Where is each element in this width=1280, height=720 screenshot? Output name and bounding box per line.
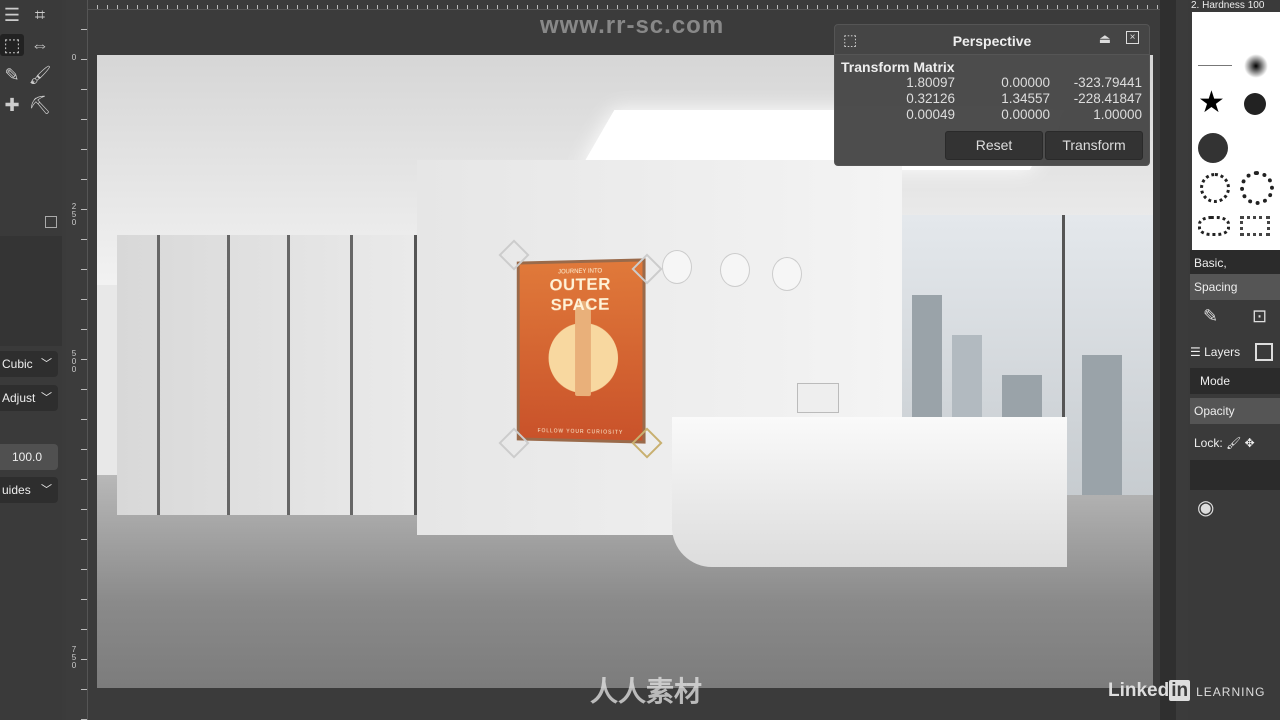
building [1082,355,1122,495]
perspective-dialog: ⬚ Perspective ⏏ × Transform Matrix 1.800… [834,24,1150,166]
ruler-label: 500 [71,349,77,374]
brush-texture [1240,171,1274,205]
dialog-header[interactable]: ⬚ Perspective ⏏ × [835,25,1149,55]
poster-title: OUTER SPACE [549,274,611,315]
transform-button[interactable]: Transform [1045,131,1143,160]
spacing-slider[interactable]: Spacing [1190,274,1280,300]
visibility-eye-icon[interactable]: ◉ [1197,495,1214,520]
clipping-select[interactable]: Adjust ﹀ [0,385,58,411]
brush-texture [1200,173,1230,203]
linkedin-learning-logo: Linked in LEARNING [1108,680,1265,702]
linkedin-text: Linked [1108,680,1170,701]
mullion [287,235,290,515]
logo-watermark: 人人素材 [550,670,702,710]
perspective-icon[interactable]: ⬚ [0,34,24,56]
layers-tab-label: Layers [1204,345,1241,359]
crop-icon[interactable]: ⌗ [28,4,52,26]
align-icon[interactable]: ☰ [0,4,24,26]
wall-clock [720,253,750,287]
brush-texture [1240,216,1270,236]
mullion [350,235,353,515]
matrix-title: Transform Matrix [841,59,955,75]
opacity-value: 100.0 [11,450,42,464]
matrix-cell: 0.32126 [906,91,955,106]
brush-grid[interactable]: ★ [1192,12,1280,250]
matrix-cell: 1.80097 [906,75,955,90]
ruler-label: 0 [71,53,77,62]
mullion [227,235,230,515]
wall-clock [662,250,692,284]
brush-texture [1198,216,1230,236]
heal-icon[interactable]: ✚ [0,94,24,116]
layer-list[interactable] [1190,460,1280,490]
paintbrush-icon[interactable]: 🖌 [28,64,52,86]
opacity-slider[interactable]: Opacity [1190,398,1280,424]
brush-fuzzy [1244,54,1268,78]
layers-icon: ☰ [1190,345,1205,359]
brush-star: ★ [1198,86,1225,119]
brush-set-field[interactable]: Basic, [1190,250,1280,276]
lock-row: Lock: 🖌 ✥ [1190,430,1280,456]
learning-text: LEARNING [1196,685,1266,699]
reset-button[interactable]: Reset [945,131,1043,160]
new-brush-icon[interactable]: ⊡ [1252,306,1267,327]
matrix-cell: -228.41847 [1073,91,1142,106]
mullion [157,235,160,515]
tool-options-preview [0,236,62,346]
configure-icon[interactable] [45,216,57,228]
poster: JOURNEY INTO OUTER SPACE FOLLOW YOUR CUR… [516,258,646,444]
brush-splatter [1244,93,1266,115]
toolbox: ☰ ⌗ ⬚ ⇔ ✎ 🖌 ✚ ⛏ Cubic ﹀ Adjust ﹀ 100.0 uid… [0,0,62,720]
matrix-cell: 0.00049 [906,107,955,122]
matrix-cell: 1.00000 [1093,107,1142,122]
matrix-cell: 0.00000 [1001,107,1050,122]
chevron-down-icon: ﹀ [41,358,52,370]
matrix-cell: 1.34557 [1001,91,1050,106]
linkedin-in: in [1169,680,1191,701]
wall-clock [772,257,802,291]
lock-pixels-icon[interactable]: 🖌 [1226,436,1241,450]
eject-icon[interactable]: ⏏ [1099,31,1111,47]
brush-splatter [1198,133,1228,163]
close-icon[interactable]: × [1126,31,1139,44]
interpolation-select[interactable]: Cubic ﹀ [0,351,58,377]
pencil-icon[interactable]: ✎ [0,64,24,86]
guides-value: uides [2,483,31,497]
site-watermark: www.rr-sc.com [540,12,725,39]
poster-tagline: FOLLOW YOUR CURIOSITY [537,428,624,437]
brush-name: 2. Hardness 100 [1191,0,1265,11]
logo-text: 人人素材 [590,676,703,707]
ruler-label: 750 [71,645,77,670]
clipping-value: Adjust [2,391,36,405]
interpolation-value: Cubic [2,357,33,371]
clone-icon[interactable]: ⛏ [28,94,52,116]
flip-icon[interactable]: ⇔ [28,34,52,56]
edit-brush-icon[interactable]: ✎ [1203,306,1218,327]
reception-desk [672,417,1067,567]
laptop [797,383,839,413]
channels-tab-icon[interactable] [1255,343,1273,361]
matrix-cell: 0.00000 [1001,75,1050,90]
vertical-scrollbar[interactable] [1160,0,1176,720]
chevron-down-icon: ﹀ [41,392,52,404]
lock-position-icon[interactable]: ✥ [1245,436,1255,450]
chevron-down-icon: ﹀ [41,484,52,496]
mode-select[interactable]: Mode [1190,368,1280,394]
glass-meeting-room [117,235,417,515]
matrix-cell: -323.79441 [1073,75,1142,90]
opacity-spinner[interactable]: 100.0 [0,444,58,470]
poster-shuttle [575,300,591,397]
horizontal-ruler[interactable] [88,0,1160,10]
guides-select[interactable]: uides ﹀ [0,477,58,503]
ruler-label: 250 [71,202,77,227]
brush-line [1198,65,1232,66]
tab-layers[interactable]: ☰ Layers [1190,340,1254,364]
lock-label: Lock: [1194,436,1223,450]
